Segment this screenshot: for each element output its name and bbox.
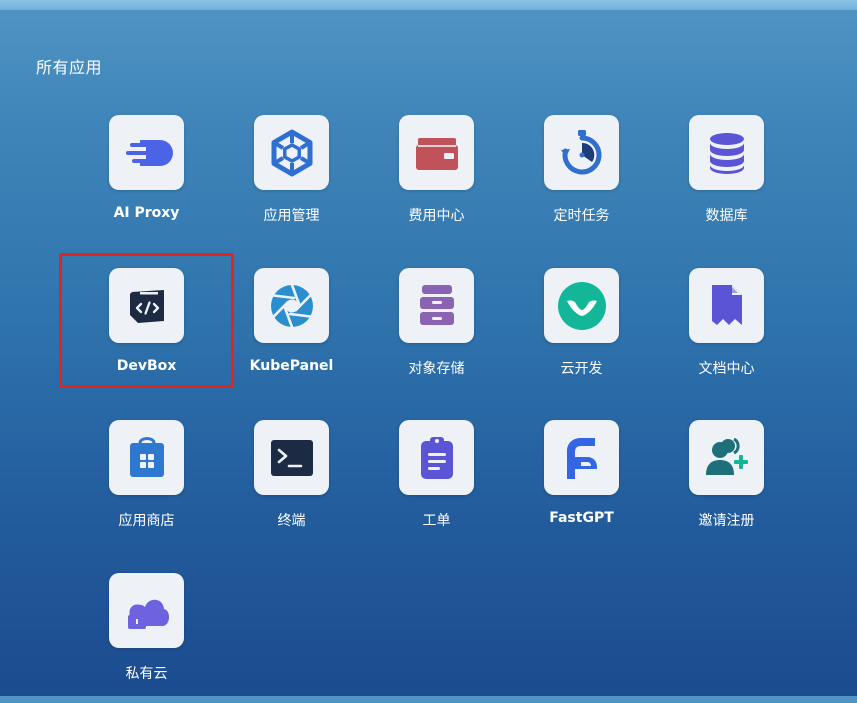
bookmark-doc-icon [711,284,742,325]
app-manage-icon [271,129,312,176]
add-user-icon [705,437,748,475]
app-ticket[interactable]: 工单 [363,420,503,550]
app-cron[interactable]: 定时任务 [508,115,648,245]
shopping-bag-icon [129,436,164,477]
app-tile[interactable] [109,268,184,343]
app-label: 对象存储 [408,361,465,377]
app-tile[interactable] [689,115,764,190]
ai-proxy-icon [125,139,173,166]
database-icon [709,132,744,174]
app-label: FastGPT [549,510,614,526]
app-label: AI Proxy [113,205,180,221]
app-label: 应用管理 [263,208,320,224]
app-ai-proxy[interactable]: AI Proxy [73,115,213,245]
app-tile[interactable] [399,420,474,495]
app-label: 文档中心 [698,361,755,377]
app-tile[interactable] [544,115,619,190]
app-label: DevBox [116,358,177,374]
app-label: 费用中心 [408,208,465,224]
app-label: 数据库 [705,208,748,224]
app-tile[interactable] [109,420,184,495]
app-cloud-dev[interactable]: 云开发 [508,268,648,398]
storage-drawer-icon [419,284,454,325]
app-tile[interactable] [399,115,474,190]
app-invite[interactable]: 邀请注册 [653,420,793,550]
clipboard-icon [420,436,453,479]
app-tile[interactable] [109,573,184,648]
top-strip [0,0,857,10]
devbox-icon [129,289,164,323]
app-database[interactable]: 数据库 [653,115,793,245]
app-tile[interactable] [254,268,329,343]
app-label: 终端 [277,513,306,529]
app-docs[interactable]: 文档中心 [653,268,793,398]
app-label: 私有云 [125,666,168,682]
fastgpt-icon [566,437,597,479]
private-cloud-icon [127,599,169,629]
timer-icon [560,129,602,174]
terminal-icon [270,439,313,476]
app-label: 工单 [422,513,451,529]
app-tile[interactable] [254,115,329,190]
app-label: 定时任务 [553,208,610,224]
app-label: 应用商店 [118,513,175,529]
app-label: 邀请注册 [698,513,755,529]
app-object-storage[interactable]: 对象存储 [363,268,503,398]
app-tile[interactable] [399,268,474,343]
app-private-cloud[interactable]: 私有云 [73,573,213,703]
app-kubepanel[interactable]: KubePanel [218,268,358,398]
wallet-icon [415,137,458,170]
app-tile[interactable] [689,420,764,495]
app-terminal[interactable]: 终端 [218,420,358,550]
app-devbox[interactable]: DevBox [73,268,213,398]
app-billing[interactable]: 费用中心 [363,115,503,245]
app-tile[interactable] [689,268,764,343]
app-tile[interactable] [544,420,619,495]
app-fastgpt[interactable]: FastGPT [508,420,648,550]
cloud-dev-icon [557,281,606,330]
app-tile[interactable] [109,115,184,190]
app-tile[interactable] [544,268,619,343]
aperture-icon [270,283,313,328]
app-store[interactable]: 应用商店 [73,420,213,550]
app-label: 云开发 [560,361,603,377]
section-title: 所有应用 [36,58,103,77]
app-app-manage[interactable]: 应用管理 [218,115,358,245]
app-tile[interactable] [254,420,329,495]
app-label: KubePanel [249,358,334,374]
